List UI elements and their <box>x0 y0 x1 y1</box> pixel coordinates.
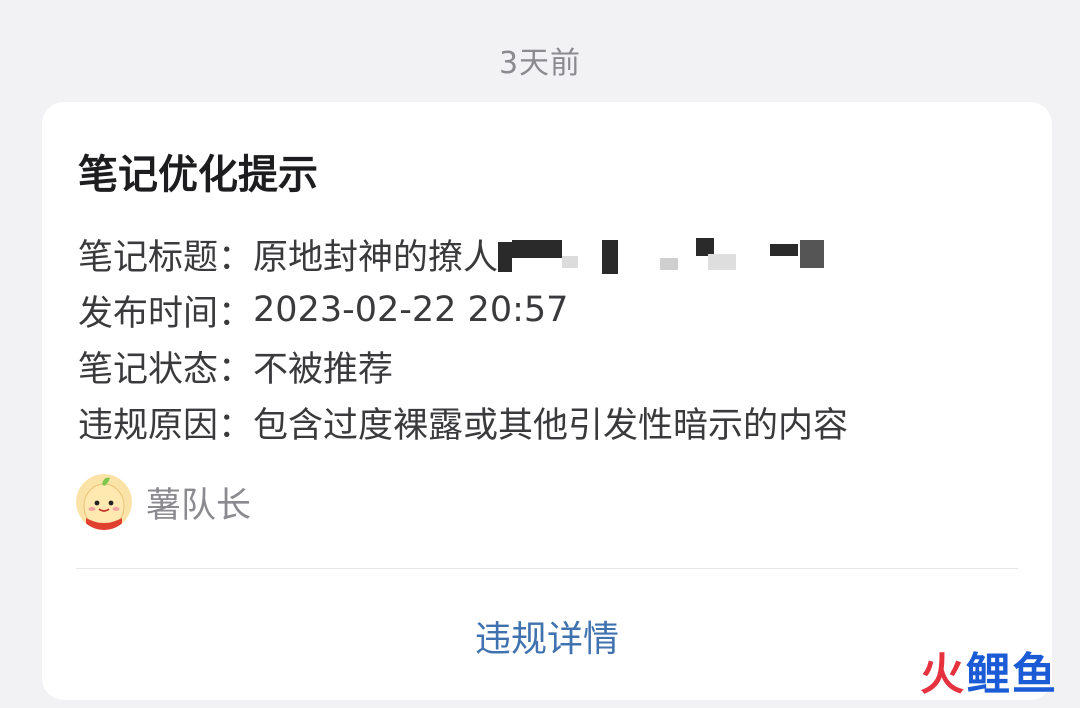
note-status-label: 笔记状态： <box>78 349 254 390</box>
violation-reason-label: 违规原因： <box>78 405 254 446</box>
publish-time-row: 发布时间： 2023-02-22 20:57 <box>78 282 848 338</box>
note-title-label: 笔记标题： <box>78 237 254 278</box>
note-title-value: 原地封神的撩人 <box>253 237 499 278</box>
note-status-row: 笔记状态： 不被推荐 <box>78 338 848 394</box>
publish-time-label: 发布时间： <box>78 293 254 334</box>
note-status-value: 不被推荐 <box>253 349 394 390</box>
card-title: 笔记优化提示 <box>78 152 318 198</box>
watermark-fire: 火 <box>920 649 966 700</box>
watermark-carp: 鲤鱼 <box>966 649 1058 700</box>
cartoon-potato-avatar-icon[interactable] <box>76 474 132 530</box>
note-title-row: 笔记标题： 原地封神的撩人 <box>78 226 848 282</box>
violation-details-button[interactable]: 违规详情 <box>42 610 1052 662</box>
divider <box>76 568 1018 569</box>
watermark-logo: 火鲤鱼 <box>920 638 1058 702</box>
violation-reason-value: 包含过度裸露或其他引发性暗示的内容 <box>253 405 849 446</box>
notification-card: 笔记优化提示 笔记标题： 原地封神的撩人 发布时间： 2023-02-22 20… <box>42 102 1052 700</box>
publish-time-value: 2023-02-22 20:57 <box>253 290 569 330</box>
sender-name[interactable]: 薯队长 <box>146 477 251 528</box>
info-list: 笔记标题： 原地封神的撩人 发布时间： 2023-02-22 20:57 笔记状… <box>78 226 848 450</box>
sender[interactable]: 薯队长 <box>76 474 251 530</box>
violation-reason-row: 违规原因： 包含过度裸露或其他引发性暗示的内容 <box>78 394 848 450</box>
redacted-text <box>498 232 828 276</box>
message-timestamp: 3天前 <box>498 46 582 81</box>
